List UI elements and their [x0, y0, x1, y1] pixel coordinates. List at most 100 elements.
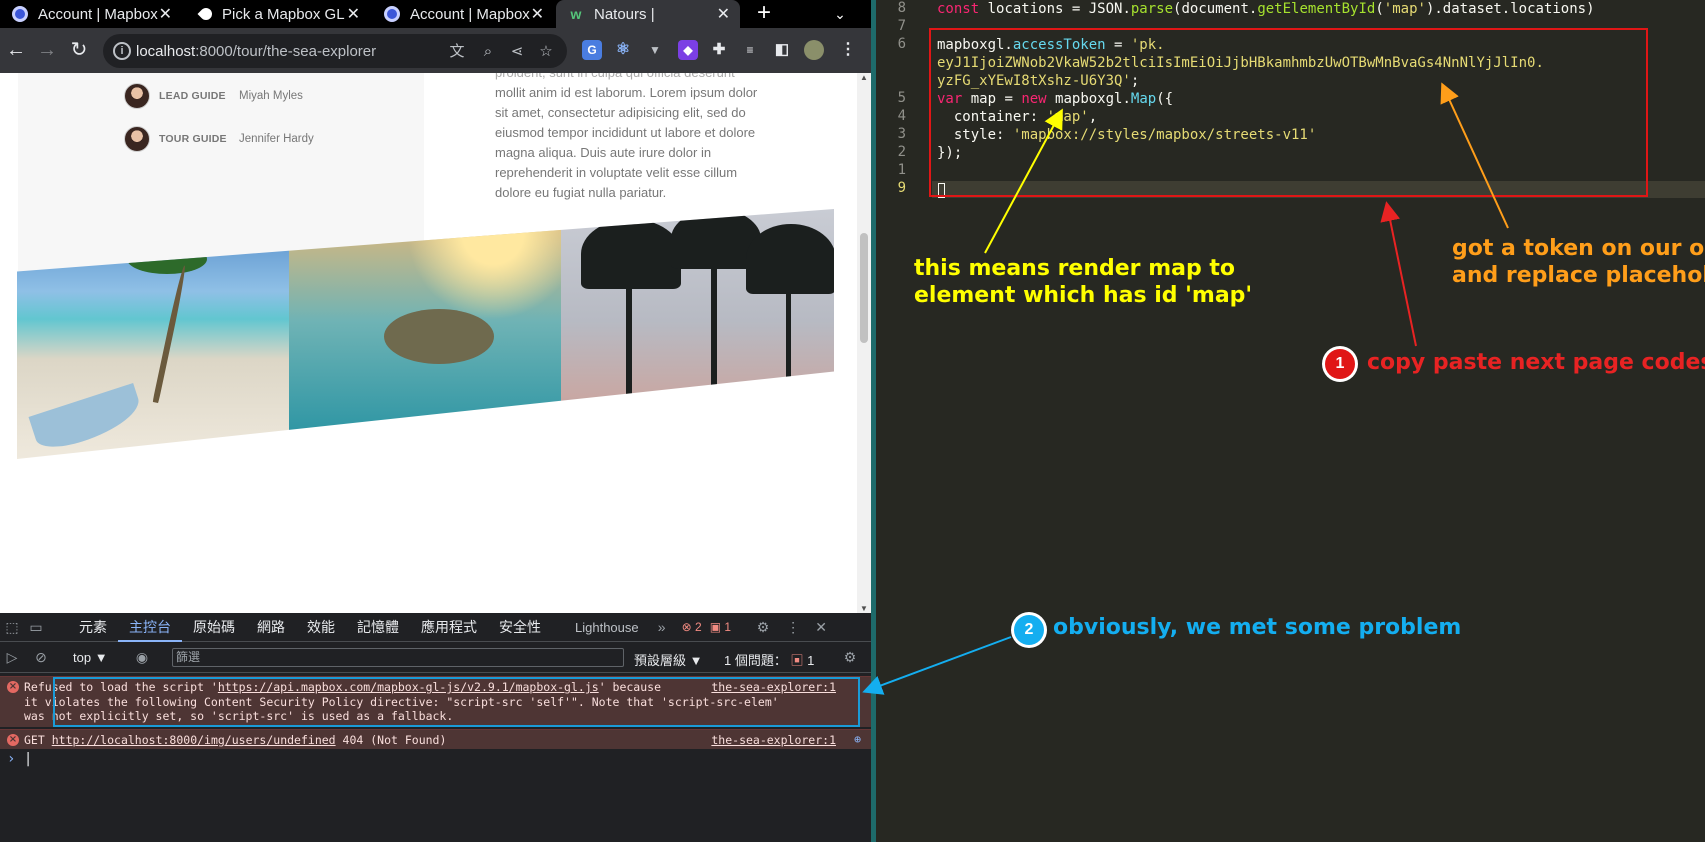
console-settings-icon[interactable]: ⚙ — [838, 649, 862, 666]
close-icon[interactable]: ✕ — [159, 4, 172, 24]
devtools-tab-lighthouse[interactable]: Lighthouse — [564, 613, 650, 642]
code-line-8[interactable]: const locations = JSON.parse(document.ge… — [937, 0, 1595, 18]
annotation-orange: got a token on our own and replace place… — [1452, 235, 1705, 289]
tab-label: Natours | — [594, 5, 655, 23]
line-number: 2 — [897, 144, 906, 160]
issue-count: 1 — [724, 620, 732, 634]
error-count-badge[interactable]: ⊗ 2 — [682, 620, 702, 634]
error-icon: × — [7, 681, 19, 693]
tab-account-mapbox-1[interactable]: Account | Mapbox ✕ — [0, 0, 182, 28]
close-devtools-icon[interactable]: ✕ — [809, 619, 833, 636]
scroll-down-icon[interactable]: ▼ — [857, 604, 871, 613]
show-sidebar-icon[interactable]: ▷ — [0, 649, 24, 666]
url-path: :8000/tour/the-sea-explorer — [195, 43, 377, 60]
vue-devtools-icon[interactable]: ▼ — [645, 40, 665, 60]
tab-natours[interactable]: w Natours | ✕ — [556, 0, 740, 28]
reload-icon[interactable]: ↻ — [65, 36, 93, 64]
tab-account-mapbox-2[interactable]: Account | Mapbox ✕ — [372, 0, 554, 28]
settings-gear-icon[interactable]: ⚙ — [751, 619, 775, 636]
url-host: localhost — [136, 43, 196, 60]
annotation-red: copy paste next page codes — [1367, 350, 1705, 375]
request-status: 404 (Not Found) — [342, 733, 447, 747]
react-devtools-icon[interactable]: ⚛ — [613, 40, 633, 60]
site-info-icon[interactable]: i — [113, 42, 131, 60]
scrollbar-thumb[interactable] — [860, 233, 868, 343]
console-filter-input[interactable]: 篩選 — [172, 648, 624, 667]
close-icon[interactable]: ✕ — [531, 4, 544, 24]
step-number: 2 — [1014, 615, 1044, 645]
live-expression-eye-icon[interactable]: ◉ — [130, 649, 154, 666]
devtools-tab-performance[interactable]: 效能 — [296, 613, 346, 642]
annotation-yellow-line2: element which has id 'map' — [914, 283, 1253, 308]
browser-toolbar: ← → ↻ i localhost:8000/tour/the-sea-expl… — [0, 28, 871, 73]
scroll-up-icon[interactable]: ▲ — [857, 73, 871, 82]
google-translate-extension-icon[interactable]: G — [582, 40, 602, 60]
page-scrollbar[interactable]: ▲ ▼ — [857, 73, 871, 613]
request-url-link[interactable]: http://localhost:8000/img/users/undefine… — [52, 733, 336, 747]
line-number: 1 — [897, 162, 906, 178]
close-icon[interactable]: ✕ — [717, 4, 730, 24]
tab-search-icon[interactable]: ⌄ — [830, 0, 850, 28]
forward-icon[interactable]: → — [33, 36, 61, 64]
extensions-icon[interactable]: ✚ — [709, 40, 729, 60]
devtools-tab-network[interactable]: 網路 — [246, 613, 296, 642]
tab-pick-mapbox[interactable]: Pick a Mapbox GL ✕ — [188, 0, 370, 28]
translate-icon[interactable]: 文 — [447, 42, 467, 62]
step-badge-2: 2 — [1011, 612, 1047, 648]
tab-label: Pick a Mapbox GL — [222, 5, 345, 23]
annotation-orange-line2: and replace placeholder — [1452, 263, 1705, 288]
address-bar[interactable]: i localhost:8000/tour/the-sea-explorer 文… — [103, 34, 567, 68]
devtools-tab-elements[interactable]: 元素 — [68, 613, 118, 642]
tab-label: Account | Mapbox — [38, 5, 158, 23]
issue-count-badge[interactable]: ▣ 1 — [710, 620, 731, 634]
devtools-menu-icon[interactable]: ⋮ — [781, 619, 805, 636]
more-tabs-icon[interactable]: » — [650, 619, 674, 635]
palm-trunk — [626, 269, 632, 459]
device-toolbar-icon[interactable]: ▭ — [24, 619, 48, 636]
redux-devtools-icon[interactable]: ◆ — [678, 40, 698, 60]
guide-name: Miyah Myles — [239, 90, 303, 102]
media-control-icon[interactable]: ≡ — [740, 40, 760, 60]
guide-role: LEAD GUIDE — [159, 90, 226, 102]
close-icon[interactable]: ✕ — [347, 4, 360, 24]
devtools-tab-sources[interactable]: 原始碼 — [182, 613, 246, 642]
guide-role: TOUR GUIDE — [159, 133, 227, 145]
new-tab-button[interactable]: + — [752, 0, 776, 28]
clear-console-icon[interactable]: ⊘ — [29, 649, 53, 666]
devtools-tab-application[interactable]: 應用程式 — [410, 613, 488, 642]
inspect-element-icon[interactable]: ⬚ — [0, 619, 24, 636]
side-panel-icon[interactable]: ◧ — [772, 40, 792, 60]
guide-name: Jennifer Hardy — [239, 133, 314, 145]
natours-icon: w — [570, 6, 582, 22]
palm-trunk — [711, 259, 717, 459]
tour-picture-palms — [561, 209, 834, 459]
zoom-icon[interactable]: ⌕ — [478, 42, 498, 62]
console-prompt[interactable]: › | — [7, 751, 32, 767]
url-text[interactable]: localhost:8000/tour/the-sea-explorer — [136, 43, 376, 60]
mapbox-pin-icon — [197, 5, 215, 23]
network-globe-icon[interactable]: ⊕ — [854, 732, 861, 746]
bookmark-star-icon[interactable]: ☆ — [536, 42, 556, 62]
issues-link[interactable]: 1 個問題： ▣ 1 — [724, 650, 814, 669]
log-levels-label: 預設層級 — [634, 653, 687, 668]
palm-silhouette — [746, 224, 834, 294]
line-number: 4 — [897, 108, 906, 124]
code-highlight-box — [929, 28, 1648, 197]
guide-tour: TOUR GUIDE Jennifer Hardy — [124, 126, 314, 152]
annotation-orange-line1: got a token on our own — [1452, 236, 1705, 261]
log-levels-dropdown[interactable]: 預設層級 ▼ — [634, 650, 703, 669]
error-message: GET http://localhost:8000/img/users/unde… — [24, 733, 824, 748]
devtools-tab-security[interactable]: 安全性 — [488, 613, 552, 642]
context-selector[interactable]: top ▼ — [73, 650, 108, 665]
annotation-yellow: this means render map to element which h… — [914, 255, 1252, 309]
error-source-link[interactable]: the-sea-explorer:1 — [711, 733, 836, 747]
devtools-tab-memory[interactable]: 記憶體 — [346, 613, 410, 642]
share-icon[interactable]: ⋖ — [507, 42, 527, 62]
profile-avatar[interactable] — [804, 40, 824, 60]
line-number-current: 9 — [897, 180, 906, 196]
step-badge-1: 1 — [1322, 346, 1358, 382]
devtools-tab-console[interactable]: 主控台 — [118, 613, 182, 642]
browser-menu-icon[interactable]: ⋮ — [838, 40, 858, 60]
back-icon[interactable]: ← — [2, 36, 30, 64]
console-filter-bar: ▷ ⊘ top ▼ ◉ 篩選 預設層級 ▼ 1 個問題： ▣ 1 ⚙ — [0, 643, 871, 673]
